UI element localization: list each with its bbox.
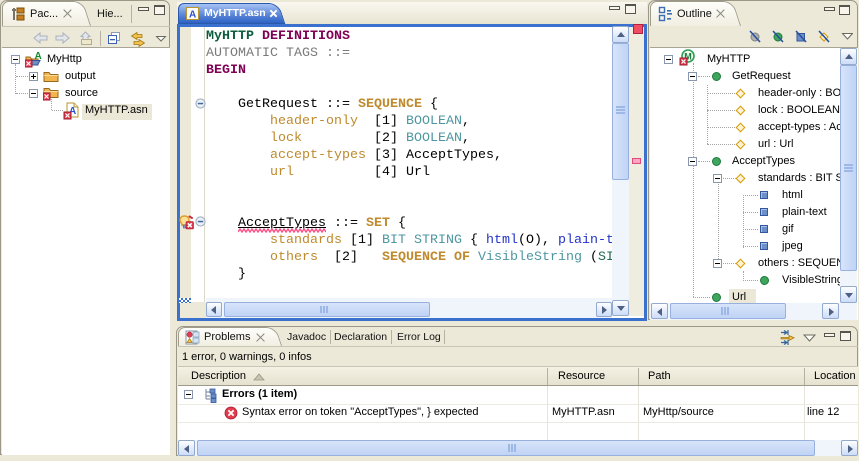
svg-text:A: A bbox=[35, 51, 42, 62]
svg-text:A: A bbox=[189, 10, 196, 21]
